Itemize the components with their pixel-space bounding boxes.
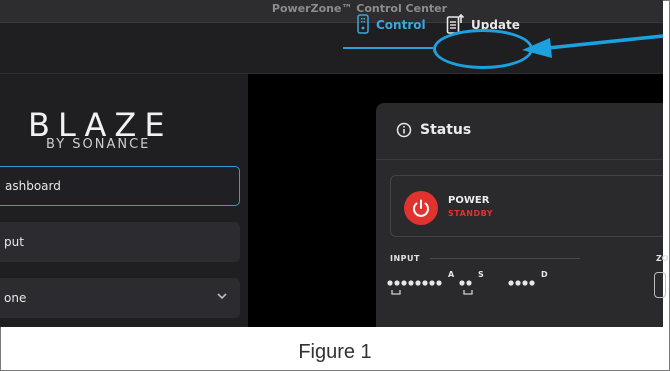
input-dot (508, 280, 514, 286)
sidebar-item-label: put (4, 235, 24, 249)
power-icon (404, 199, 438, 229)
input-dot (522, 280, 528, 286)
input-group-letter: S (478, 270, 484, 279)
zone-label: ZO (656, 254, 669, 263)
zone-control[interactable] (654, 272, 666, 298)
input-group-bracket (391, 290, 401, 295)
input-dot (408, 280, 414, 286)
input-dot (459, 280, 465, 286)
input-group-letter: D (541, 270, 548, 279)
input-dot (429, 280, 435, 286)
tab-control[interactable]: Control (357, 10, 426, 40)
callout-highlight-ellipse (433, 29, 533, 69)
input-dot (394, 280, 400, 286)
input-dot (401, 280, 407, 286)
sidebar-item-zone[interactable]: one (0, 278, 240, 318)
input-dot (422, 280, 428, 286)
sidebar-item-label: one (4, 291, 27, 305)
sidebar-item-input[interactable]: put (0, 222, 240, 262)
top-nav (0, 23, 663, 74)
input-group-letter: A (448, 270, 455, 279)
power-state: STANDBY (448, 209, 494, 218)
window-title: PowerZone™ Control Center (271, 2, 448, 15)
input-dot (436, 280, 442, 286)
input-group-bracket (463, 290, 473, 295)
remote-icon (357, 13, 369, 37)
input-label: INPUT (390, 254, 420, 263)
sidebar-item-label: ashboard (5, 179, 61, 193)
input-dot (466, 280, 472, 286)
power-label: POWER (448, 195, 490, 206)
input-divider (430, 258, 580, 259)
tab-control-underline (343, 47, 433, 49)
info-icon (396, 122, 412, 143)
tab-control-label: Control (376, 18, 426, 32)
input-dot (415, 280, 421, 286)
input-dot (387, 280, 393, 286)
input-dot (529, 280, 535, 286)
power-button[interactable] (404, 191, 438, 225)
input-dot (515, 280, 521, 286)
status-title: Status (420, 122, 472, 138)
sidebar-item-dashboard[interactable]: ashboard (0, 166, 240, 206)
chevron-down-icon[interactable] (216, 290, 228, 304)
figure-caption: Figure 1 (298, 341, 372, 363)
window-titlebar: PowerZone™ Control Center (0, 0, 663, 23)
input-indicators: ASD (387, 270, 548, 295)
brand-subtitle: BY SONANCE (46, 137, 151, 152)
